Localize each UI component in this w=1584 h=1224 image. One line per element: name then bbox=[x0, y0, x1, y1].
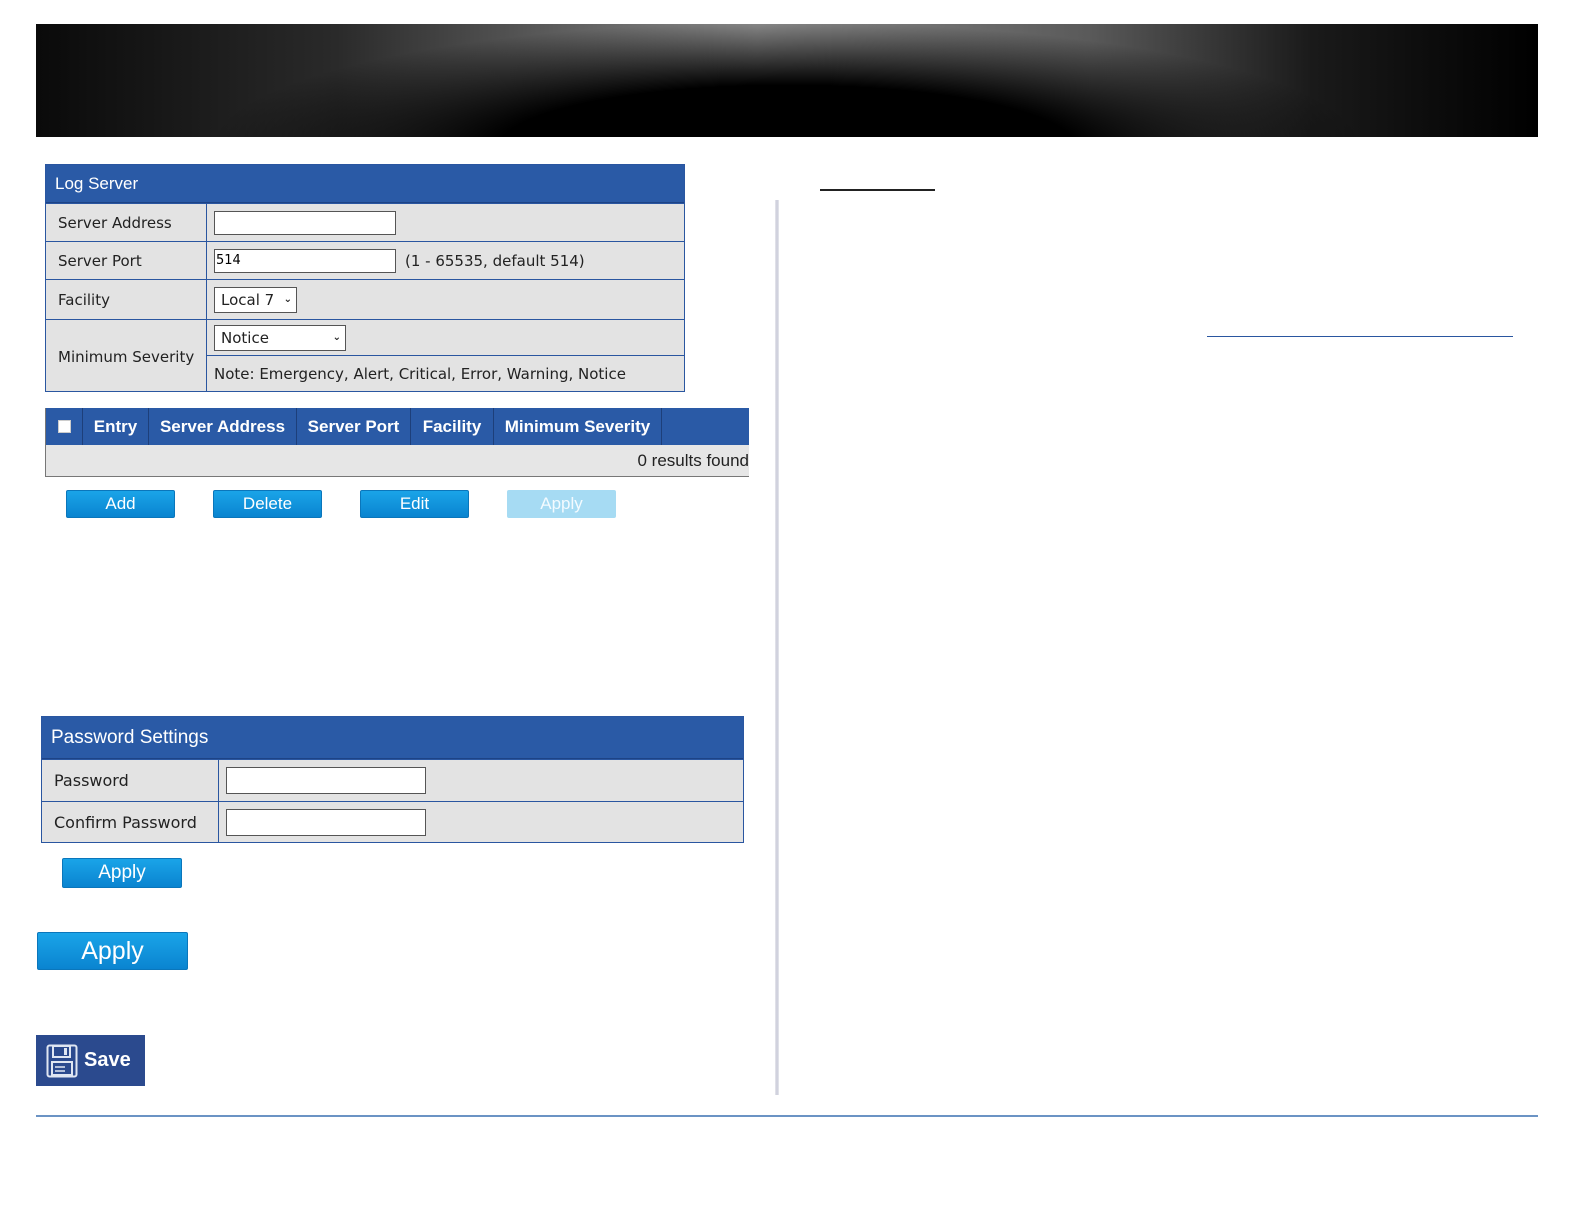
password-input[interactable] bbox=[226, 767, 426, 794]
delete-button[interactable]: Delete bbox=[213, 490, 322, 518]
select-all-checkbox[interactable] bbox=[57, 420, 71, 433]
column-header[interactable]: Server Address bbox=[149, 408, 297, 445]
table-status: 0 results found bbox=[637, 450, 749, 470]
large-apply-button[interactable]: Apply bbox=[37, 932, 188, 970]
confirm-password-input[interactable] bbox=[226, 809, 426, 836]
log-server-title: Log Server bbox=[46, 165, 684, 203]
password-settings-title: Password Settings bbox=[42, 717, 743, 759]
confirm-password-label: Confirm Password bbox=[42, 802, 219, 843]
floppy-disk-icon bbox=[46, 1044, 78, 1077]
min-severity-label: Minimum Severity bbox=[46, 320, 207, 391]
footer-rule bbox=[36, 1115, 1538, 1117]
log-server-table: Entry Server Address Server Port Facilit… bbox=[45, 408, 749, 477]
server-port-label: Server Port bbox=[46, 242, 207, 279]
severity-note: Note: Emergency, Alert, Critical, Error,… bbox=[214, 364, 626, 383]
log-server-panel: Log Server Server Address Server Port (1… bbox=[45, 164, 685, 392]
underline-decoration bbox=[820, 189, 935, 191]
min-severity-select[interactable]: Notice ⌄ bbox=[214, 324, 346, 351]
password-row: Password bbox=[42, 759, 743, 801]
facility-row: Facility Local 7 ⌄ bbox=[46, 279, 684, 319]
chevron-down-icon: ⌄ bbox=[283, 294, 292, 305]
server-address-input[interactable] bbox=[214, 210, 396, 235]
table-header: Entry Server Address Server Port Facilit… bbox=[46, 408, 749, 445]
facility-select[interactable]: Local 7 ⌄ bbox=[214, 286, 297, 313]
facility-selected: Local 7 bbox=[221, 290, 275, 309]
save-button[interactable]: Save bbox=[36, 1035, 145, 1086]
min-severity-row: Minimum Severity Notice ⌄ Note: Emergenc… bbox=[46, 319, 684, 391]
column-header[interactable]: Server Port bbox=[297, 408, 411, 445]
edit-button[interactable]: Edit bbox=[360, 490, 469, 518]
add-button[interactable]: Add bbox=[66, 490, 175, 518]
save-label: Save bbox=[84, 1049, 131, 1071]
confirm-password-row: Confirm Password bbox=[42, 801, 743, 843]
header-banner bbox=[36, 24, 1538, 137]
password-apply-button[interactable]: Apply bbox=[62, 858, 182, 888]
column-header[interactable]: Facility bbox=[411, 408, 494, 445]
select-all-checkbox-cell bbox=[46, 408, 83, 445]
column-header[interactable]: Entry bbox=[83, 408, 149, 445]
min-severity-selected: Notice bbox=[221, 328, 269, 347]
column-header[interactable]: Minimum Severity bbox=[494, 408, 662, 445]
chevron-down-icon: ⌄ bbox=[332, 332, 341, 343]
server-address-row: Server Address bbox=[46, 203, 684, 241]
hyperlink-underline bbox=[1207, 336, 1513, 337]
password-label: Password bbox=[42, 760, 219, 801]
facility-label: Facility bbox=[46, 280, 207, 319]
apply-button[interactable]: Apply bbox=[507, 490, 616, 518]
server-port-hint: (1 - 65535, default 514) bbox=[405, 251, 585, 270]
server-port-row: Server Port (1 - 65535, default 514) bbox=[46, 241, 684, 279]
column-divider bbox=[775, 200, 779, 1095]
password-settings-panel: Password Settings Password Confirm Passw… bbox=[41, 716, 744, 843]
server-port-input[interactable] bbox=[214, 248, 396, 273]
server-address-label: Server Address bbox=[46, 204, 207, 241]
